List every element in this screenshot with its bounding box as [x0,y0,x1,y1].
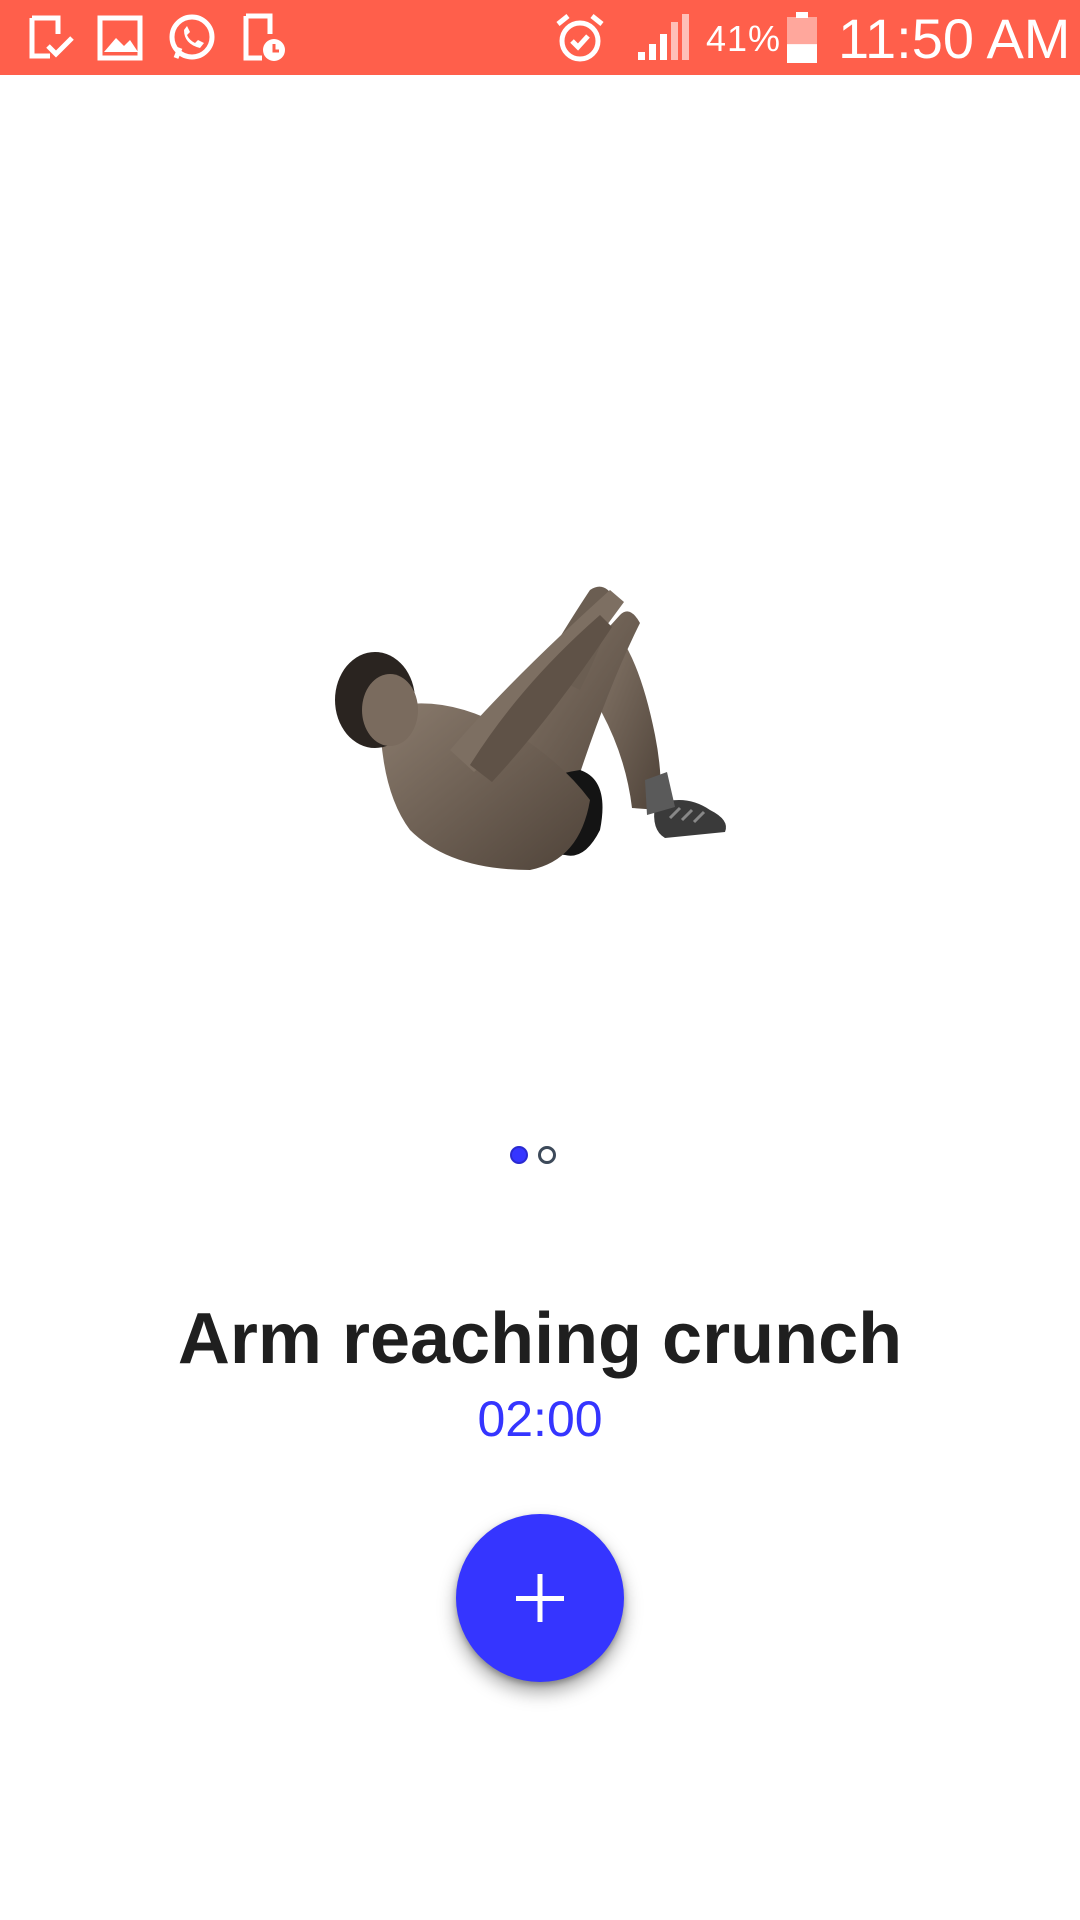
screen: 41% 11:50 AM Arm reaching crunch 02:00 [0,0,1080,1920]
whatsapp-icon [164,10,220,66]
signal-icon [634,10,690,66]
pager-dot-2[interactable] [538,1146,556,1164]
pager-dot-1[interactable] [510,1146,528,1164]
phone-schedule-icon [234,10,290,66]
exercise-title: Arm reaching crunch [177,1299,903,1379]
image-pager-indicator [510,1146,570,1168]
alarm-icon [552,10,608,66]
battery-percent: 41% [706,18,782,59]
plus-icon [456,1514,624,1682]
download-done-icon [22,10,78,66]
exercise-duration: 02:00 [477,1391,603,1447]
battery-icon [774,10,830,66]
add-exercise-button[interactable] [456,1514,624,1682]
gallery-icon [92,10,148,66]
arm-reaching-crunch-illustration [320,570,780,900]
status-clock: 11:50 AM [838,7,1071,70]
status-bar: 41% 11:50 AM [0,0,1080,75]
